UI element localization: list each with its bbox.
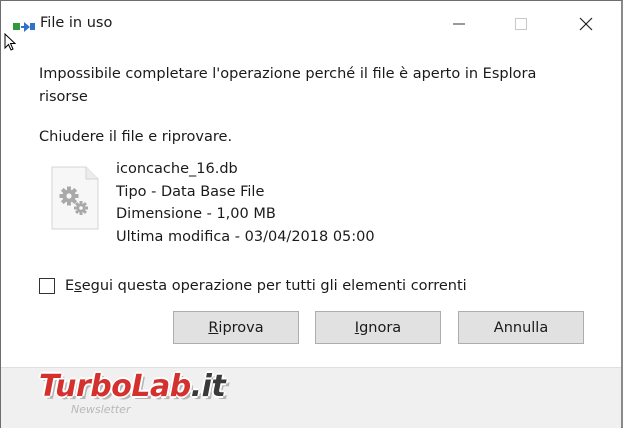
watermark-logo: TurboLab.it (39, 369, 226, 404)
cancel-button[interactable]: Annulla (458, 311, 584, 344)
apply-to-all-checkbox[interactable] (39, 278, 55, 294)
maximize-icon (515, 18, 527, 30)
file-details: iconcache_16.db Tipo - Data Base File Di… (116, 158, 375, 248)
close-icon (579, 17, 593, 31)
error-message: Impossibile completare l'operazione perc… (39, 66, 537, 105)
retry-hint: Chiudere il file e riprovare. (39, 129, 233, 145)
title-bar[interactable]: File in uso (1, 1, 621, 45)
turbolab-watermark: TurboLab.it Newsletter (39, 369, 259, 427)
file-transfer-icon (13, 18, 35, 32)
settings-file-icon (50, 166, 100, 230)
window-title: File in uso (40, 15, 113, 31)
ignore-button[interactable]: Ignora (315, 311, 441, 344)
file-size: Dimensione - 1,00 MB (116, 206, 276, 222)
minimize-button[interactable] (439, 7, 479, 41)
close-button[interactable] (566, 7, 606, 41)
apply-to-all-label[interactable]: Esegui questa operazione per tutti gli e… (65, 278, 467, 294)
minimize-icon (453, 23, 465, 25)
file-in-use-dialog: File in uso Impossibile completare l'ope… (0, 0, 623, 428)
file-type: Tipo - Data Base File (116, 183, 265, 200)
retry-button[interactable]: Riprova (173, 311, 299, 344)
mouse-cursor-icon (4, 32, 17, 55)
maximize-button (501, 7, 541, 41)
watermark-subtitle: Newsletter (71, 403, 131, 416)
file-name: iconcache_16.db (116, 161, 238, 177)
file-modified: Ultima modifica - 03/04/2018 05:00 (116, 228, 375, 245)
